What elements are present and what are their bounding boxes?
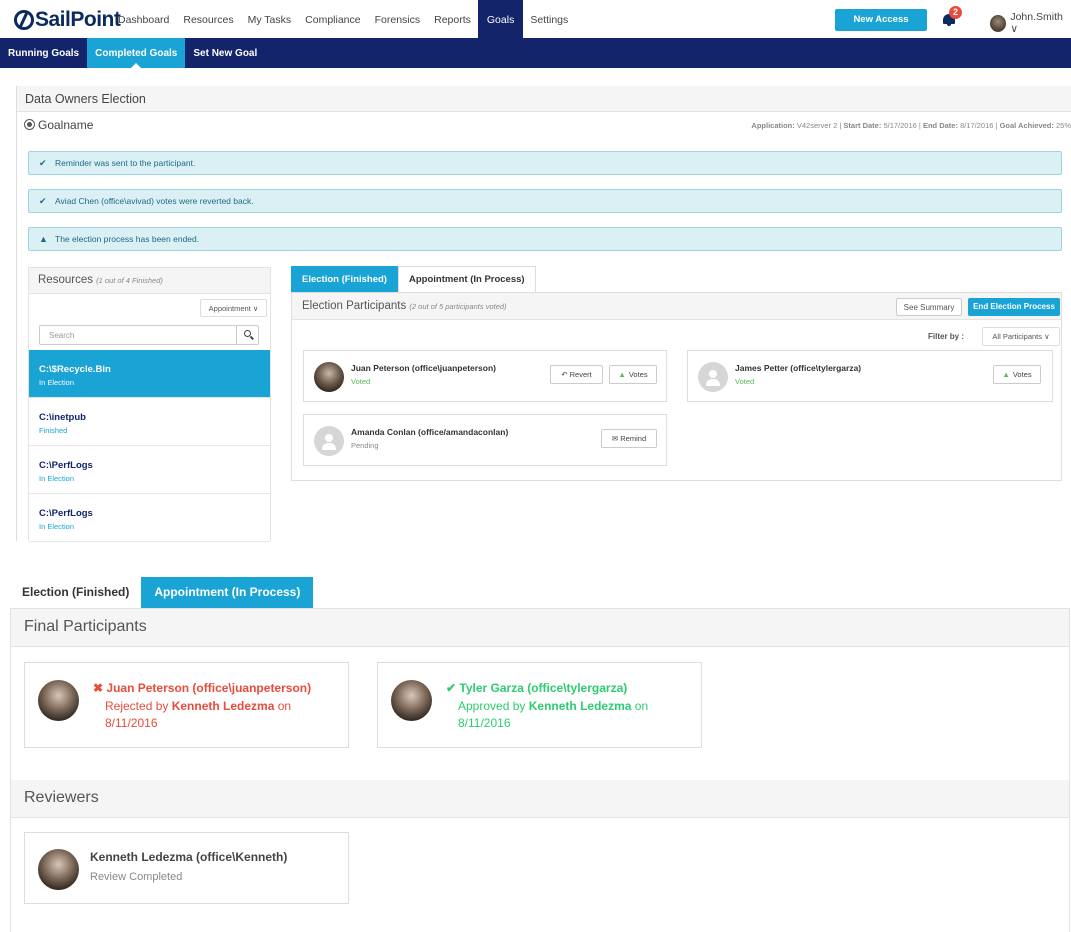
nav-reports[interactable]: Reports (427, 0, 478, 38)
avatar (38, 849, 79, 890)
search-placeholder: Search (49, 331, 75, 340)
tab-set-new-goal[interactable]: Set New Goal (185, 38, 265, 68)
see-summary-button[interactable]: See Summary (896, 298, 962, 316)
check-icon: ✔ (446, 681, 457, 695)
goal-meta: Application: V42server 2 | Start Date: 5… (751, 121, 1071, 130)
main-nav: Dashboard Resources My Tasks Compliance … (111, 0, 575, 38)
tab-election-finished[interactable]: Election (Finished) (291, 266, 398, 292)
appointment-panel: Final Participants ✖ Juan Peterson (offi… (10, 608, 1070, 932)
tab-completed-goals[interactable]: Completed Goals (87, 38, 186, 68)
goal-name: Goalname (38, 118, 94, 132)
nav-compliance[interactable]: Compliance (298, 0, 367, 38)
reviewer-card: Kenneth Ledezma (office\Kenneth) Review … (24, 832, 349, 904)
avatar (391, 680, 432, 721)
cross-icon: ✖ (93, 681, 104, 695)
user-menu[interactable]: John.Smith ∨ (990, 11, 1071, 35)
filter-dropdown[interactable]: All Participants ∨ (982, 327, 1060, 346)
final-participant-card: ✔ Tyler Garza (office\tylergarza) Approv… (377, 662, 702, 748)
participant-card: Amanda Conlan (office/amandaconlan) Pend… (303, 414, 667, 466)
nav-goals[interactable]: Goals (477, 0, 524, 38)
final-participants-header: Final Participants (11, 609, 1069, 647)
end-election-button[interactable]: End Election Process (968, 298, 1060, 316)
final-participant-card: ✖ Juan Peterson (office\juanpeterson) Re… (24, 662, 349, 748)
revert-button[interactable]: ↶ Revert (550, 365, 603, 384)
alert-reminder: ✔ Reminder was sent to the participant. (28, 151, 1062, 175)
avatar (314, 362, 344, 392)
reviewers-header: Reviewers (11, 780, 1069, 818)
resource-item[interactable]: C:\inetpub Finished (29, 398, 270, 446)
sub-nav: Running Goals Completed Goals Set New Go… (0, 38, 1071, 68)
envelope-icon: ✉ (611, 434, 619, 443)
resources-panel: Resources (1 out of 4 Finished) Appointm… (28, 267, 271, 542)
resource-item[interactable]: C:\PerfLogs In Election (29, 494, 270, 542)
remind-button[interactable]: ✉ Remind (601, 429, 657, 448)
avatar-placeholder-icon (698, 362, 728, 392)
page-title: Data Owners Election (17, 86, 1071, 112)
thumbs-up-icon: ▲ (618, 370, 626, 379)
avatar (990, 14, 1007, 32)
tab-election-finished[interactable]: Election (Finished) (10, 577, 142, 609)
nav-my-tasks[interactable]: My Tasks (241, 0, 299, 38)
election-tabs: Election (Finished) Appointment (In Proc… (291, 266, 536, 292)
nav-dashboard[interactable]: Dashboard (111, 0, 176, 38)
filter-label: Filter by : (928, 332, 965, 341)
undo-icon: ↶ (561, 370, 568, 379)
new-access-request-button[interactable]: New Access Request (835, 9, 927, 47)
thumbs-up-icon: ▲ (1002, 370, 1010, 379)
participant-card: James Petter (office\tylergarza) Voted ▲… (687, 350, 1053, 402)
votes-button[interactable]: ▲ Votes (609, 365, 657, 384)
search-icon (244, 330, 251, 337)
resources-header: Resources (1 out of 4 Finished) (29, 268, 270, 294)
check-icon: ✔ (39, 158, 47, 168)
appointment-dropdown[interactable]: Appointment ∨ (200, 299, 267, 317)
tab-appointment-in-process[interactable]: Appointment (In Process) (141, 577, 314, 609)
goal-row: Goalname Application: V42server 2 | Star… (17, 116, 1071, 136)
logo-mark-icon (14, 10, 34, 30)
search-input[interactable]: Search (39, 325, 259, 345)
sailpoint-logo[interactable]: SailPoint (14, 8, 121, 32)
nav-forensics[interactable]: Forensics (368, 0, 428, 38)
resource-item[interactable]: C:\PerfLogs In Election (29, 446, 270, 494)
tab-appointment-in-process[interactable]: Appointment (In Process) (397, 266, 536, 292)
appointment-tabs: Election (Finished) Appointment (In Proc… (10, 577, 314, 609)
main-panel: Data Owners Election Goalname Applicatio… (16, 86, 1071, 542)
avatar-placeholder-icon (314, 426, 344, 456)
notification-badge: 2 (949, 6, 962, 19)
alert-revert: ✔ Aviad Chen (office\avivad) votes were r… (28, 189, 1062, 213)
avatar (38, 680, 79, 721)
alert-ended: ▲ The election process has been ended. (28, 227, 1062, 251)
nav-resources[interactable]: Resources (176, 0, 240, 38)
participant-card: Juan Peterson (office\juanpeterson) Vote… (303, 350, 667, 402)
goal-target-icon (24, 119, 35, 130)
tab-running-goals[interactable]: Running Goals (0, 38, 87, 68)
user-name: John.Smith ∨ (1010, 11, 1063, 35)
top-bar: SailPoint Dashboard Resources My Tasks C… (0, 0, 1071, 47)
resource-item[interactable]: C:\$Recycle.Bin In Election (29, 350, 270, 398)
search-button[interactable] (236, 326, 258, 344)
election-participants-panel: Election Participants (2 out of 5 partic… (291, 292, 1062, 481)
nav-settings[interactable]: Settings (523, 0, 575, 38)
votes-button[interactable]: ▲ Votes (993, 365, 1041, 384)
check-icon: ✔ (39, 196, 47, 206)
warning-icon: ▲ (39, 234, 48, 244)
